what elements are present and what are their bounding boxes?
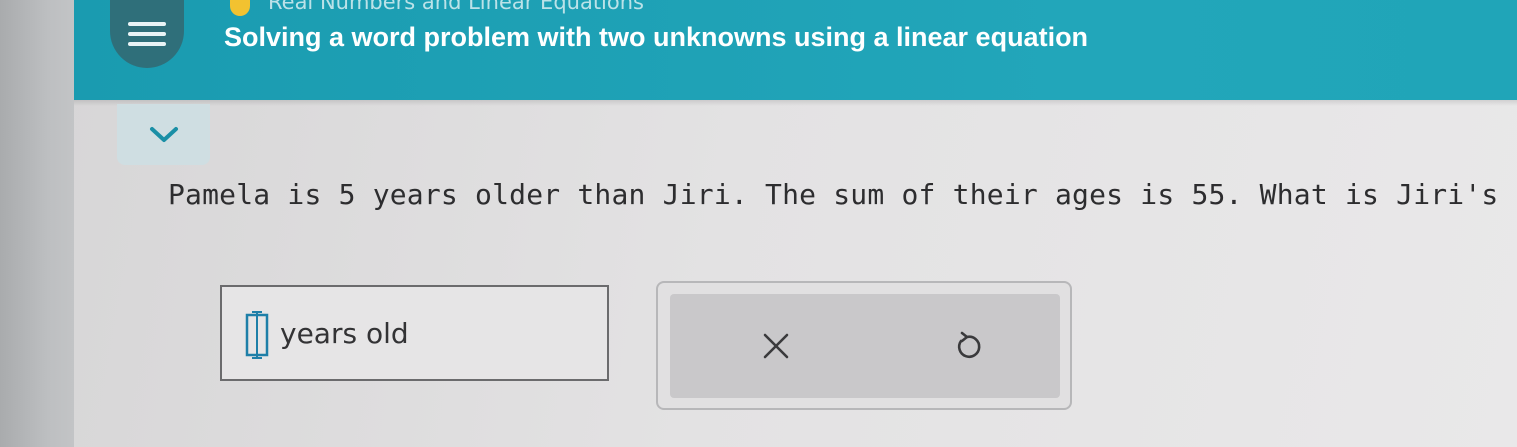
hamburger-icon [128, 22, 166, 26]
screen-bezel [0, 0, 80, 447]
topic-label: Real Numbers and Linear Equations [268, 0, 644, 14]
answer-tools-panel [670, 294, 1060, 398]
clear-button[interactable] [756, 326, 796, 366]
problem-question: Pamela is 5 years older than Jiri. The s… [168, 178, 1517, 211]
answer-box: years old [220, 285, 609, 381]
hamburger-icon-bar [128, 42, 166, 46]
undo-button[interactable] [947, 326, 987, 366]
answer-tools [656, 281, 1072, 410]
header-shadow [74, 100, 1517, 106]
answer-units: years old [280, 317, 409, 350]
x-icon [763, 333, 789, 359]
page-title: Solving a word problem with two unknowns… [224, 22, 1089, 52]
input-cursor-icon [245, 311, 269, 359]
answer-input[interactable] [244, 309, 270, 361]
collapse-button[interactable] [117, 104, 210, 165]
undo-icon [957, 331, 981, 359]
hamburger-icon-bar [128, 32, 166, 36]
chevron-down-icon [149, 126, 178, 142]
